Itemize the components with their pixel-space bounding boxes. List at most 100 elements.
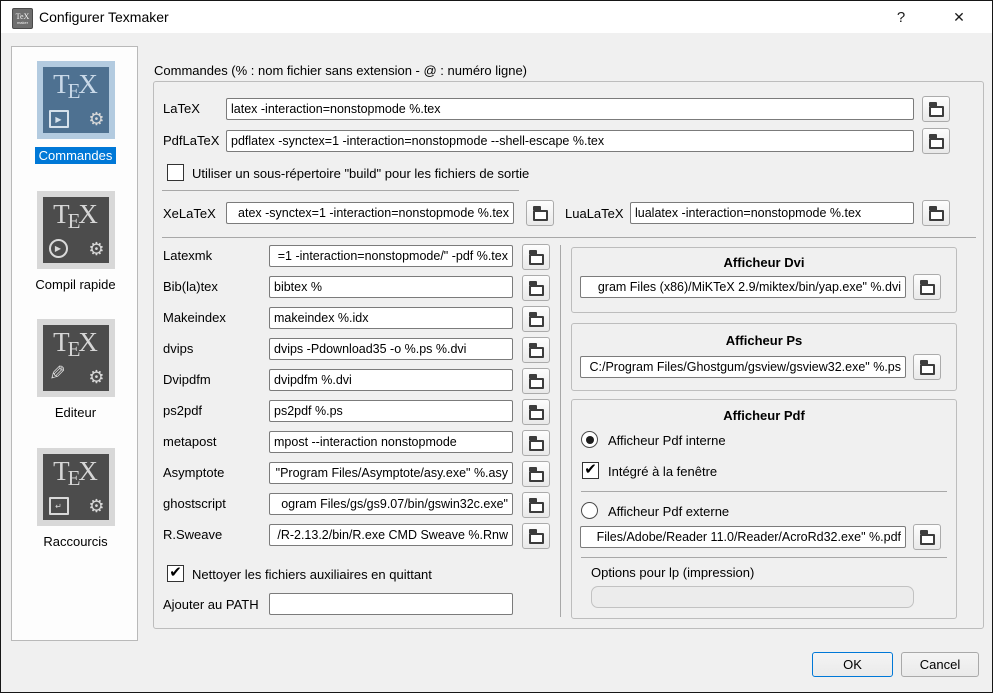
folder-icon xyxy=(529,378,544,389)
build-subdir-checkbox[interactable] xyxy=(167,164,184,181)
return-arrow-icon: ↵ xyxy=(49,497,69,515)
metapost-browse-button[interactable] xyxy=(522,430,550,456)
close-button[interactable]: ✕ xyxy=(931,1,987,33)
folder-icon xyxy=(920,364,935,375)
lp-options-input[interactable] xyxy=(591,586,914,608)
sidebar: TEX ▶ ⚙ Commandes TEX ▶ ⚙ Compil rapide … xyxy=(11,46,138,641)
raccourcis-icon: TEX ↵ ⚙ xyxy=(37,448,115,526)
ps2pdf-input[interactable]: ps2pdf %.ps xyxy=(269,400,513,422)
biblatex-browse-button[interactable] xyxy=(522,275,550,301)
folder-icon xyxy=(529,316,544,327)
asymptote-input[interactable]: "Program Files/Asymptote/asy.exe" %.asy xyxy=(269,462,513,484)
pdf-external-label: Afficheur Pdf externe xyxy=(608,504,729,519)
separator xyxy=(581,557,947,558)
rsweave-browse-button[interactable] xyxy=(522,523,550,549)
latexmk-browse-button[interactable] xyxy=(522,244,550,270)
ok-button[interactable]: OK xyxy=(812,652,893,677)
folder-icon xyxy=(533,210,548,221)
pdflatex-label: PdfLaTeX xyxy=(163,133,219,148)
asymptote-browse-button[interactable] xyxy=(522,461,550,487)
sidebar-item-label: Raccourcis xyxy=(43,534,107,549)
build-subdir-label: Utiliser un sous-répertoire "build" pour… xyxy=(192,166,529,181)
ps-browse-button[interactable] xyxy=(913,354,941,380)
folder-icon xyxy=(920,534,935,545)
latexmk-label: Latexmk xyxy=(163,248,212,263)
sidebar-item-label: Commandes xyxy=(35,147,117,164)
folder-icon xyxy=(529,471,544,482)
metapost-input[interactable]: mpost --interaction nonstopmode xyxy=(269,431,513,453)
configure-texmaker-dialog: TeX maker Configurer Texmaker ? ✕ TEX ▶ … xyxy=(0,0,993,693)
sidebar-item-label: Editeur xyxy=(55,405,96,420)
dvipdfm-browse-button[interactable] xyxy=(522,368,550,394)
separator xyxy=(560,245,561,617)
gear-icon: ⚙ xyxy=(88,496,104,517)
commandes-icon: TEX ▶ ⚙ xyxy=(37,61,115,139)
app-icon-subtext: maker xyxy=(17,21,28,25)
pdf-embedded-checkbox[interactable]: ✔ xyxy=(582,462,599,479)
rsweave-label: R.Sweave xyxy=(163,527,222,542)
folder-icon xyxy=(529,502,544,513)
sidebar-item-label: Compil rapide xyxy=(35,277,115,292)
pencil-icon: ✎ xyxy=(49,361,66,386)
pdf-embedded-label: Intégré à la fenêtre xyxy=(608,464,717,479)
folder-icon xyxy=(529,409,544,420)
path-input[interactable] xyxy=(269,593,513,615)
pdf-browse-button[interactable] xyxy=(913,524,941,550)
radio-dot xyxy=(586,436,594,444)
lp-options-label: Options pour lp (impression) xyxy=(591,565,754,580)
metapost-label: metapost xyxy=(163,434,216,449)
cleanup-checkbox[interactable]: ✔ xyxy=(167,565,184,582)
latex-input[interactable]: latex -interaction=nonstopmode %.tex xyxy=(226,98,914,120)
ghostscript-label: ghostscript xyxy=(163,496,226,511)
biblatex-label: Bib(la)tex xyxy=(163,279,218,294)
pdflatex-browse-button[interactable] xyxy=(922,128,950,154)
folder-icon xyxy=(529,347,544,358)
folder-icon xyxy=(529,285,544,296)
folder-icon xyxy=(529,440,544,451)
biblatex-input[interactable]: bibtex % xyxy=(269,276,513,298)
dvi-viewer-title: Afficheur Dvi xyxy=(572,255,956,270)
sidebar-item-raccourcis[interactable]: TEX ↵ ⚙ Raccourcis xyxy=(12,448,139,549)
titlebar: TeX maker Configurer Texmaker ? ✕ xyxy=(1,1,992,33)
window-title: Configurer Texmaker xyxy=(39,9,169,25)
play-icon: ▶ xyxy=(49,110,69,128)
folder-icon xyxy=(929,138,944,149)
cancel-button[interactable]: Cancel xyxy=(901,652,979,677)
dvi-viewer-input[interactable]: gram Files (x86)/MiKTeX 2.9/miktex/bin/y… xyxy=(580,276,906,298)
cleanup-label: Nettoyer les fichiers auxiliaires en qui… xyxy=(192,567,432,582)
ps-viewer-title: Afficheur Ps xyxy=(572,333,956,348)
lualatex-input[interactable]: lualatex -interaction=nonstopmode %.tex xyxy=(630,202,914,224)
ghostscript-input[interactable]: ogram Files/gs/gs9.07/bin/gswin32c.exe" xyxy=(269,493,513,515)
lualatex-browse-button[interactable] xyxy=(922,200,950,226)
dvips-browse-button[interactable] xyxy=(522,337,550,363)
makeindex-label: Makeindex xyxy=(163,310,226,325)
pdf-internal-label: Afficheur Pdf interne xyxy=(608,433,726,448)
pdf-external-input[interactable]: Files/Adobe/Reader 11.0/Reader/AcroRd32.… xyxy=(580,526,906,548)
editeur-icon: TEX ✎ ⚙ xyxy=(37,319,115,397)
dvips-input[interactable]: dvips -Pdownload35 -o %.ps %.dvi xyxy=(269,338,513,360)
ps-viewer-input[interactable]: C:/Program Files/Ghostgum/gsview/gsview3… xyxy=(580,356,906,378)
gear-icon: ⚙ xyxy=(88,367,104,388)
makeindex-input[interactable]: makeindex %.idx xyxy=(269,307,513,329)
ghostscript-browse-button[interactable] xyxy=(522,492,550,518)
xelatex-browse-button[interactable] xyxy=(526,200,554,226)
pdf-internal-radio[interactable] xyxy=(581,431,598,448)
xelatex-input[interactable]: atex -synctex=1 -interaction=nonstopmode… xyxy=(226,202,514,224)
sidebar-item-compil-rapide[interactable]: TEX ▶ ⚙ Compil rapide xyxy=(12,191,139,292)
separator xyxy=(581,491,947,492)
ps2pdf-browse-button[interactable] xyxy=(522,399,550,425)
dvipdfm-input[interactable]: dvipdfm %.dvi xyxy=(269,369,513,391)
folder-icon xyxy=(529,533,544,544)
pdflatex-input[interactable]: pdflatex -synctex=1 -interaction=nonstop… xyxy=(226,130,914,152)
makeindex-browse-button[interactable] xyxy=(522,306,550,332)
pdf-external-radio[interactable] xyxy=(581,502,598,519)
latex-browse-button[interactable] xyxy=(922,96,950,122)
dvi-browse-button[interactable] xyxy=(913,274,941,300)
sidebar-item-editeur[interactable]: TEX ✎ ⚙ Editeur xyxy=(12,319,139,420)
rsweave-input[interactable]: /R-2.13.2/bin/R.exe CMD Sweave %.Rnw xyxy=(269,524,513,546)
latexmk-input[interactable]: =1 -interaction=nonstopmode/" -pdf %.tex xyxy=(269,245,513,267)
sidebar-item-commandes[interactable]: TEX ▶ ⚙ Commandes xyxy=(12,61,139,164)
folder-icon xyxy=(920,284,935,295)
help-button[interactable]: ? xyxy=(877,1,925,33)
asymptote-label: Asymptote xyxy=(163,465,224,480)
